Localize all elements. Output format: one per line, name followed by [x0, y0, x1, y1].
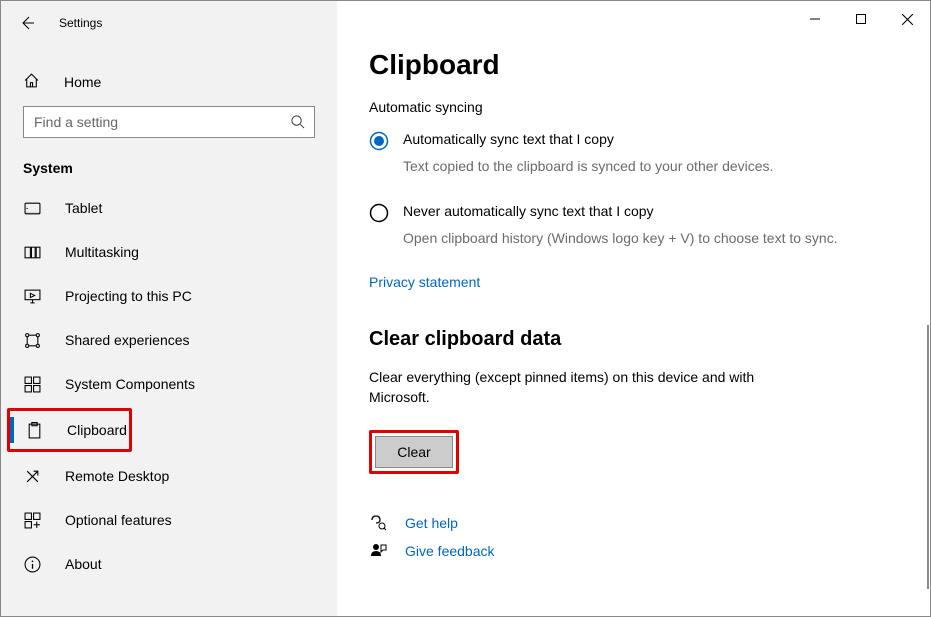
- about-icon: [23, 555, 41, 573]
- home-label: Home: [64, 74, 101, 90]
- radio-never-sync-desc: Open clipboard history (Windows logo key…: [369, 229, 869, 249]
- system-components-icon: [23, 375, 41, 393]
- home-icon: [23, 72, 40, 92]
- clipboard-icon: [25, 421, 43, 439]
- close-button[interactable]: [884, 3, 930, 35]
- main-content: Clipboard Automatic syncing Automaticall…: [337, 1, 930, 616]
- help-icon: [369, 514, 387, 532]
- radio-auto-sync[interactable]: Automatically sync text that I copy: [369, 131, 930, 151]
- sidebar-item-projecting[interactable]: Projecting to this PC: [1, 274, 337, 318]
- sidebar-item-optional-features[interactable]: Optional features: [1, 498, 337, 542]
- titlebar-left: Settings: [1, 8, 337, 38]
- page-title: Clipboard: [369, 49, 930, 81]
- sidebar: Settings Home System Tablet Multitasking: [1, 1, 337, 616]
- sidebar-item-home[interactable]: Home: [1, 58, 337, 106]
- radio-never-sync[interactable]: Never automatically sync text that I cop…: [369, 203, 930, 223]
- give-feedback-row[interactable]: Give feedback: [369, 542, 930, 560]
- nav-list: Tablet Multitasking Projecting to this P…: [1, 186, 337, 586]
- search-input[interactable]: [23, 106, 315, 138]
- annotation-box-clear: Clear: [369, 430, 459, 474]
- remote-desktop-icon: [23, 467, 41, 485]
- clear-data-heading: Clear clipboard data: [369, 328, 930, 351]
- get-help-link[interactable]: Get help: [405, 515, 458, 531]
- projecting-icon: [23, 287, 41, 305]
- maximize-button[interactable]: [838, 3, 884, 35]
- nav-label: Multitasking: [65, 244, 139, 260]
- nav-label: About: [65, 556, 102, 572]
- sync-heading: Automatic syncing: [369, 99, 930, 115]
- minimize-button[interactable]: [792, 3, 838, 35]
- sidebar-item-about[interactable]: About: [1, 542, 337, 586]
- sidebar-item-clipboard[interactable]: Clipboard: [10, 411, 129, 449]
- window-title: Settings: [59, 16, 102, 30]
- clear-data-desc: Clear everything (except pinned items) o…: [369, 367, 809, 408]
- back-icon[interactable]: [19, 15, 35, 31]
- nav-label: Projecting to this PC: [65, 288, 192, 304]
- feedback-icon: [369, 542, 387, 560]
- sidebar-item-system-components[interactable]: System Components: [1, 362, 337, 406]
- radio-unselected-icon: [369, 203, 389, 223]
- optional-features-icon: [23, 511, 41, 529]
- window-controls: [792, 3, 930, 35]
- radio-label: Never automatically sync text that I cop…: [403, 203, 654, 223]
- shared-experiences-icon: [23, 331, 41, 349]
- nav-label: System Components: [65, 376, 195, 392]
- annotation-box-clipboard: Clipboard: [7, 408, 132, 452]
- give-feedback-link[interactable]: Give feedback: [405, 543, 495, 559]
- tablet-icon: [23, 199, 41, 217]
- clear-button[interactable]: Clear: [375, 436, 453, 468]
- multitasking-icon: [23, 243, 41, 261]
- sidebar-item-multitasking[interactable]: Multitasking: [1, 230, 337, 274]
- sidebar-group-label: System: [1, 138, 337, 186]
- sidebar-item-shared-experiences[interactable]: Shared experiences: [1, 318, 337, 362]
- sidebar-item-remote-desktop[interactable]: Remote Desktop: [1, 454, 337, 498]
- nav-label: Clipboard: [67, 422, 127, 438]
- privacy-link[interactable]: Privacy statement: [369, 274, 480, 290]
- nav-label: Shared experiences: [65, 332, 190, 348]
- radio-label: Automatically sync text that I copy: [403, 131, 614, 151]
- search-icon: [290, 114, 305, 134]
- scrollbar[interactable]: [927, 325, 929, 589]
- sidebar-item-tablet[interactable]: Tablet: [1, 186, 337, 230]
- radio-selected-icon: [369, 131, 389, 151]
- radio-auto-sync-desc: Text copied to the clipboard is synced t…: [369, 157, 869, 177]
- nav-label: Tablet: [65, 200, 102, 216]
- nav-label: Remote Desktop: [65, 468, 169, 484]
- nav-label: Optional features: [65, 512, 172, 528]
- get-help-row[interactable]: Get help: [369, 514, 930, 532]
